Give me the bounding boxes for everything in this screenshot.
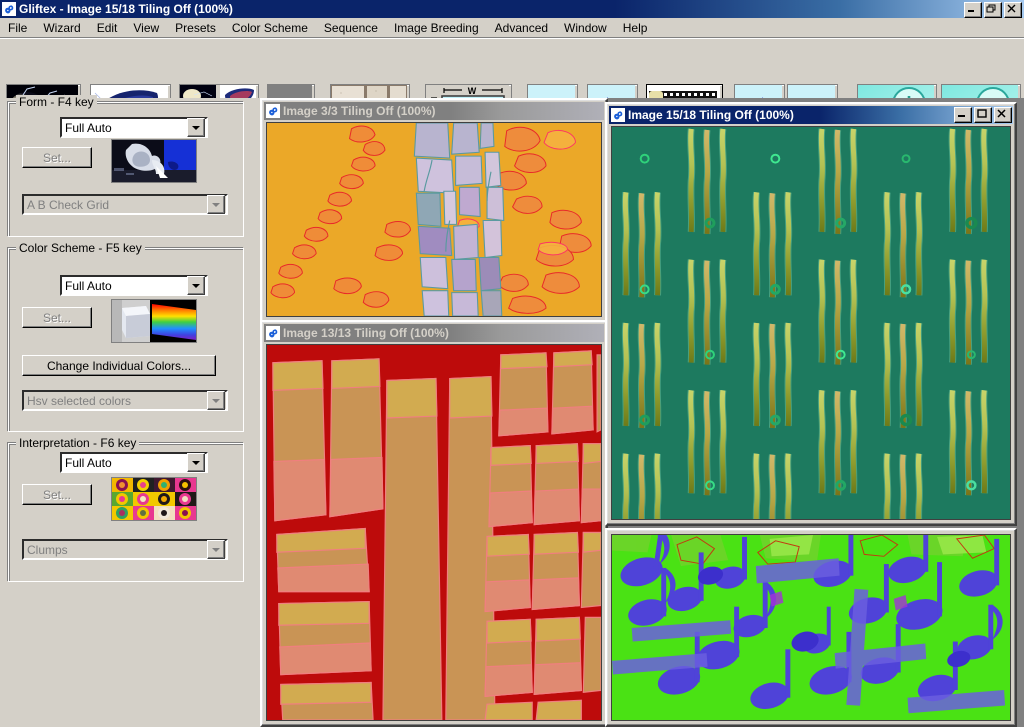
color-scheme-secondary-combo[interactable]: Hsv selected colors xyxy=(22,390,228,411)
form-thumbnail-statue[interactable] xyxy=(111,139,197,183)
interpretation-set-button[interactable]: Set... xyxy=(22,484,92,505)
menu-help[interactable]: Help xyxy=(615,19,656,37)
main-title-text: Gliftex - Image 15/18 Tiling Off (100%) xyxy=(19,2,233,16)
form-secondary-value: A B Check Grid xyxy=(27,197,110,212)
form-mode-value: Full Auto xyxy=(65,120,112,135)
image-canvas-red-blocks[interactable] xyxy=(266,344,602,721)
restore-button[interactable] xyxy=(984,2,1002,18)
color-scheme-mode-combo[interactable]: Full Auto xyxy=(60,275,208,296)
child-title-bar-image-3[interactable]: Image 3/3 Tiling Off (100%) xyxy=(264,102,604,120)
chevron-down-icon[interactable] xyxy=(187,453,205,472)
form-secondary-combo[interactable]: A B Check Grid xyxy=(22,194,228,215)
main-title-bar: Gliftex - Image 15/18 Tiling Off (100%) xyxy=(0,0,1024,18)
menu-advanced[interactable]: Advanced xyxy=(487,19,556,37)
child-window-image-3[interactable]: Image 3/3 Tiling Off (100%) xyxy=(260,98,608,323)
toolbar: W H xyxy=(0,40,1024,137)
menu-sequence[interactable]: Sequence xyxy=(316,19,386,37)
child-window-image-15[interactable]: Image 15/18 Tiling Off (100%) xyxy=(605,102,1017,526)
color-scheme-mode-value: Full Auto xyxy=(65,278,112,293)
mdi-client-area: Image 3/3 Tiling Off (100%) Image 13/13 … xyxy=(260,98,1024,727)
menu-window[interactable]: Window xyxy=(556,19,615,37)
close-button[interactable] xyxy=(1004,2,1022,18)
interpretation-group: Interpretation - F6 key Full Auto Set... xyxy=(8,436,244,582)
color-scheme-set-button[interactable]: Set... xyxy=(22,307,92,328)
child-title-text: Image 15/18 Tiling Off (100%) xyxy=(628,108,794,122)
form-group-legend: Form - F4 key xyxy=(16,95,97,109)
child-title-text: Image 13/13 Tiling Off (100%) xyxy=(283,326,449,340)
menu-file[interactable]: File xyxy=(0,19,35,37)
form-group: Form - F4 key Full Auto Set... A B Check… xyxy=(8,95,244,237)
application-window: Gliftex - Image 15/18 Tiling Off (100%) … xyxy=(0,0,1024,727)
child-window-image-18[interactable] xyxy=(605,528,1017,727)
color-scheme-secondary-value: Hsv selected colors xyxy=(27,393,132,408)
menu-presets[interactable]: Presets xyxy=(167,19,224,37)
gliftex-spiral-icon xyxy=(266,326,280,340)
child-minimize-button[interactable] xyxy=(954,107,972,123)
gliftex-spiral-icon xyxy=(611,108,625,122)
child-restore-button[interactable] xyxy=(974,107,992,123)
interpretation-mode-combo[interactable]: Full Auto xyxy=(60,452,208,473)
color-scheme-group: Color Scheme - F5 key Full Auto Set... C… xyxy=(8,241,244,432)
svg-text:W: W xyxy=(468,86,477,96)
gliftex-spiral-icon xyxy=(266,104,280,118)
gliftex-spiral-icon xyxy=(2,2,16,16)
chevron-down-icon[interactable] xyxy=(207,195,225,214)
image-canvas-teal-tufts[interactable] xyxy=(611,126,1011,520)
change-individual-colors-button[interactable]: Change Individual Colors... xyxy=(22,355,216,376)
interpretation-thumbnail-circles[interactable] xyxy=(111,477,197,521)
image-canvas-fish-bottles[interactable] xyxy=(266,122,602,317)
interpretation-secondary-combo[interactable]: Clumps xyxy=(22,539,228,560)
minimize-button[interactable] xyxy=(964,2,982,18)
chevron-down-icon[interactable] xyxy=(207,391,225,410)
interpretation-secondary-value: Clumps xyxy=(27,542,68,557)
menu-image-breeding[interactable]: Image Breeding xyxy=(386,19,487,37)
color-scheme-group-legend: Color Scheme - F5 key xyxy=(16,241,145,255)
color-scheme-thumbnail-prism[interactable] xyxy=(111,299,197,343)
menu-wizard[interactable]: Wizard xyxy=(35,19,88,37)
chevron-down-icon[interactable] xyxy=(187,276,205,295)
child-title-bar-image-13[interactable]: Image 13/13 Tiling Off (100%) xyxy=(264,324,604,342)
child-title-bar-image-15[interactable]: Image 15/18 Tiling Off (100%) xyxy=(609,106,1013,124)
menu-view[interactable]: View xyxy=(125,19,167,37)
image-canvas-green-music-notes[interactable] xyxy=(611,534,1011,721)
menu-bar: File Wizard Edit View Presets Color Scheme Seq… xyxy=(0,18,1024,38)
child-title-text: Image 3/3 Tiling Off (100%) xyxy=(283,104,436,118)
chevron-down-icon[interactable] xyxy=(207,540,225,559)
form-mode-combo[interactable]: Full Auto xyxy=(60,117,208,138)
window-controls xyxy=(964,2,1022,18)
child-window-image-13[interactable]: Image 13/13 Tiling Off (100%) xyxy=(260,320,608,727)
interpretation-group-legend: Interpretation - F6 key xyxy=(16,436,140,450)
interpretation-mode-value: Full Auto xyxy=(65,455,112,470)
form-set-button[interactable]: Set... xyxy=(22,147,92,168)
left-control-panel: Form - F4 key Full Auto Set... A B Check… xyxy=(0,95,260,727)
menu-color-scheme[interactable]: Color Scheme xyxy=(224,19,316,37)
child-close-button[interactable] xyxy=(994,107,1012,123)
chevron-down-icon[interactable] xyxy=(187,118,205,137)
menu-edit[interactable]: Edit xyxy=(89,19,126,37)
child-window-controls xyxy=(954,107,1012,123)
